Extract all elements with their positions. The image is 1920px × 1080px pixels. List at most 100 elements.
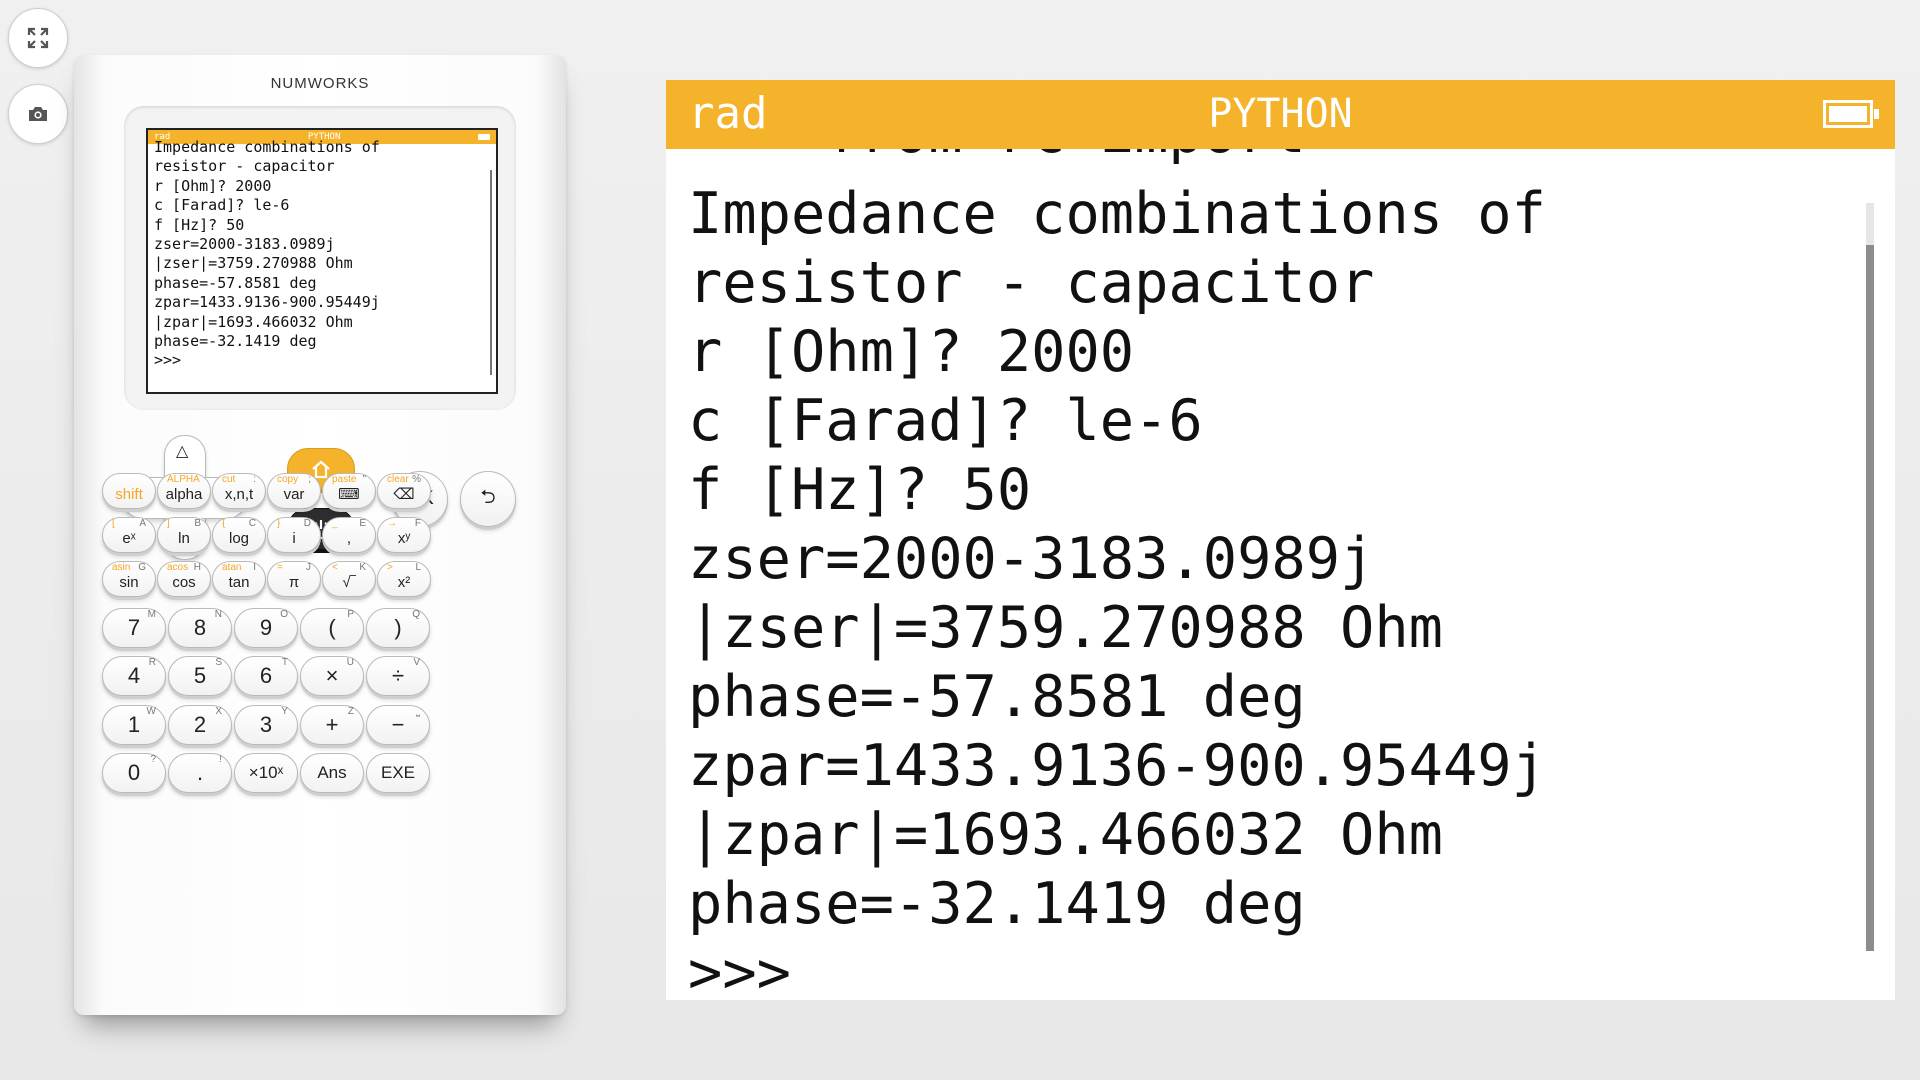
key-2-5[interactable]: > Lx² [377,561,431,597]
key-5-4[interactable]: ⎵ − [366,705,430,745]
key-main-label: alpha [165,485,203,503]
key-alt-label: [ [112,518,115,529]
key-main-label: ln [178,529,190,547]
key-main-label: 2 [193,712,207,737]
key-main-label: √‾ [342,573,356,591]
key-3-1[interactable]: N8 [168,608,232,648]
key-letter-label: W [146,706,156,717]
key-letter-label: D [303,518,311,529]
key-letter-label: ! [219,754,222,765]
key-3-3[interactable]: P( [300,608,364,648]
key-alt-label: < [332,562,338,573]
key-main-label: 8 [193,615,207,640]
key-0-2[interactable]: cut: x,n,t [212,473,266,509]
key-4-2[interactable]: T6 [234,656,298,696]
key-4-3[interactable]: U × [300,656,364,696]
key-2-1[interactable]: acos Hcos [157,561,211,597]
key-3-4[interactable]: Q) [366,608,430,648]
key-alt-label: ] [167,518,170,529]
key-6-0[interactable]: ? 0 [102,753,166,793]
key-alt-label: ALPHA [167,474,200,485]
mini-console-line: zser=2000-3183.0989j [154,235,335,254]
key-1-0[interactable]: [Aeˣ [102,517,156,553]
key-main-label: EXE [380,763,416,782]
large-console-line: c [Farad]? le-6 [688,388,1203,454]
scrollbar-thumb[interactable] [1866,245,1874,951]
key-alt-label: = [277,562,283,573]
key-alt-label: _ [332,518,338,529]
key-3-2[interactable]: O9 [234,608,298,648]
large-console-line: >>> [688,940,791,1000]
key-6-2[interactable]: ×10ˣ [234,753,298,793]
key-1-1[interactable]: ] Bln [157,517,211,553]
key-alt-label: > [387,562,393,573]
large-console-line: phase=-32.1419 deg [688,871,1306,937]
key-main-label: 9 [259,615,273,640]
key-5-3[interactable]: Z + [300,705,364,745]
mini-console-line: Impedance combinations of [154,138,380,156]
key-letter-label: H [193,562,201,573]
key-4-1[interactable]: S5 [168,656,232,696]
up-arrow-icon: △ [176,443,189,460]
key-main-label: . [196,760,204,785]
key-5-2[interactable]: Y3 [234,705,298,745]
key-3-0[interactable]: M7 [102,608,166,648]
large-console-line: r [Ohm]? 2000 [688,319,1135,385]
key-2-3[interactable]: = Jπ [267,561,321,597]
key-main-label: × [325,663,339,688]
key-letter-label: B [194,518,201,529]
mini-console-line: phase=-57.8581 deg [154,273,317,292]
key-0-3[interactable]: copy; var [267,473,321,509]
mini-console-line: |zpar|=1693.466032 Ohm [154,312,353,331]
key-letter-label: S [215,657,222,668]
screenshot-button[interactable] [8,84,68,144]
key-5-1[interactable]: X2 [168,705,232,745]
key-6-1[interactable]: !. [168,753,232,793]
key-letter-label: Y [281,706,288,717]
key-0-1[interactable]: ALPHA alpha [157,473,211,509]
key-1-3[interactable]: } Di [267,517,321,553]
key-0-0[interactable]: shift [102,473,156,509]
key-4-4[interactable]: V ÷ [366,656,430,696]
console-output: Impedance combinations of resistor - capa… [688,180,1546,1000]
key-6-4[interactable]: EXE [366,753,430,793]
key-letter-label: R [148,657,156,668]
key-6-3[interactable]: Ans [300,753,364,793]
large-console-line: |zser|=3759.270988 Ohm [688,595,1443,661]
key-alt-label: copy [277,474,299,485]
key-5-0[interactable]: W1 [102,705,166,745]
key-1-4[interactable]: _ E, [322,517,376,553]
large-console-line: f [Hz]? 50 [688,457,1032,523]
key-1-2[interactable]: {Clog [212,517,266,553]
brand-label: NUMWORKS [270,75,370,92]
key-2-2[interactable]: atan Itan [212,561,266,597]
key-4-0[interactable]: R4 [102,656,166,696]
mini-console-line: f [Hz]? 50 [154,215,245,234]
key-main-label: tan [228,573,250,591]
mini-console-line: resistor - capacitor [154,157,335,176]
key-2-0[interactable]: asin Gsin [102,561,156,597]
key-main-label: + [325,712,339,737]
key-main-label: ) [394,615,402,640]
key-letter-label: C [248,518,256,529]
key-letter-label: K [359,562,366,573]
key-main-label: cos [172,573,196,591]
key-letter-label: : [253,474,256,485]
calculator-screen: rad PYTHON Impedance combinations of resi… [146,128,498,394]
key-0-4[interactable]: paste " ⌨ [322,473,376,509]
fullscreen-button[interactable] [8,8,68,68]
key-alt-label: atan [222,562,242,573]
key-1-5[interactable]: → Fxʸ [377,517,431,553]
key-main-label: 0 [127,760,141,785]
back-button[interactable]: ⮌ [460,471,516,527]
scrolled-line-text: >>> from rc import * [688,149,1488,165]
key-main-label: i [292,529,296,547]
key-0-5[interactable]: clear% ⌫ [377,473,431,509]
mini-console-output: Impedance combinations of resistor - capa… [148,134,496,371]
large-console-line: zser=2000-3183.0989j [688,526,1375,592]
key-letter-label: Q [412,609,420,620]
emulator-page: NUMWORKS rad PYTHON Impedance combinatio… [0,0,1920,1080]
key-main-label: x² [397,573,411,591]
key-2-4[interactable]: < K √‾ [322,561,376,597]
key-letter-label: V [413,657,420,668]
